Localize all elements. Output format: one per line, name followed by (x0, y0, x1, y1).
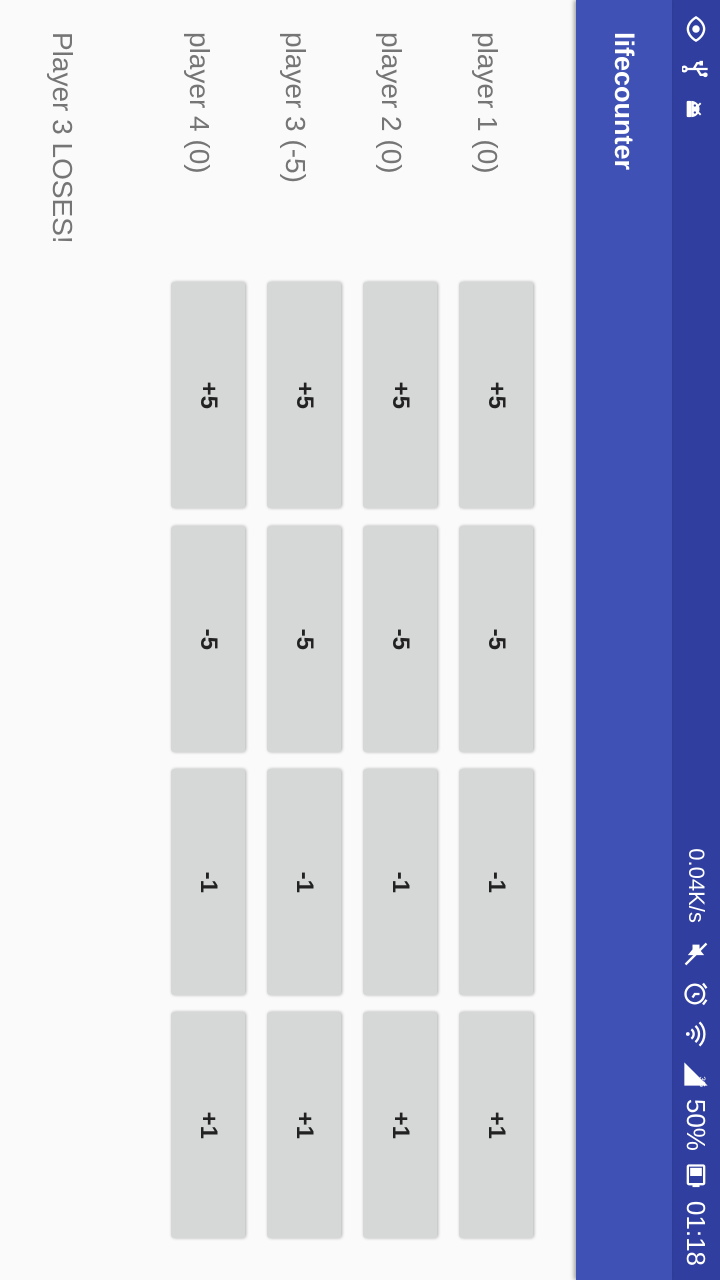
battery-percent: 50% (681, 1098, 712, 1151)
network-type: 3G (698, 1076, 707, 1087)
player-label: player 4 (0) (184, 32, 215, 174)
status-bar-left (681, 14, 711, 124)
player-4-plus5-button[interactable]: +5 (171, 282, 245, 508)
player-1-minus5-button[interactable]: -5 (459, 526, 533, 752)
battery-icon (681, 1161, 711, 1191)
app-screen: 0.04K/s 3G 50% 01:18 lifecounter player … (0, 0, 720, 1280)
usb-icon (681, 54, 711, 84)
alarm-icon (681, 979, 711, 1009)
player-1-plus5-button[interactable]: +5 (459, 282, 533, 508)
player-4-plus1-button[interactable]: +1 (171, 1012, 245, 1238)
player-4-minus1-button[interactable]: -1 (171, 769, 245, 995)
wifi-icon (681, 1019, 711, 1049)
player-row-4: player 4 (0) +5 -5 -1 +1 (149, 0, 245, 1280)
player-3-plus1-button[interactable]: +1 (267, 1012, 341, 1238)
app-title: lifecounter (609, 32, 640, 171)
player-2-plus5-button[interactable]: +5 (363, 282, 437, 508)
player-2-minus1-button[interactable]: -1 (363, 769, 437, 995)
player-3-plus5-button[interactable]: +5 (267, 282, 341, 508)
player-row-2: player 2 (0) +5 -5 -1 +1 (341, 0, 437, 1280)
player-1-plus1-button[interactable]: +1 (459, 1012, 533, 1238)
loses-message: Player 3 LOSES! (47, 32, 78, 244)
signal-icon: 3G (681, 1059, 711, 1089)
status-bar-right: 0.04K/s 3G 50% 01:18 (681, 848, 712, 1266)
mute-icon (681, 939, 711, 969)
player-4-minus5-button[interactable]: -5 (171, 526, 245, 752)
net-speed: 0.04K/s (684, 848, 709, 923)
player-row-3: player 3 (-5) +5 -5 -1 +1 (245, 0, 341, 1280)
status-bar: 0.04K/s 3G 50% 01:18 (672, 0, 720, 1280)
player-1-minus1-button[interactable]: -1 (459, 769, 533, 995)
player-2-minus5-button[interactable]: -5 (363, 526, 437, 752)
player-row-1: player 1 (0) +5 -5 -1 +1 (437, 0, 533, 1280)
player-label: player 3 (-5) (280, 32, 311, 183)
android-icon (681, 94, 711, 124)
player-label: player 2 (0) (376, 32, 407, 174)
app-bar: lifecounter (576, 0, 672, 1280)
player-3-minus1-button[interactable]: -1 (267, 769, 341, 995)
eye-icon (681, 14, 711, 44)
player-label: player 1 (0) (472, 32, 503, 174)
player-3-minus5-button[interactable]: -5 (267, 526, 341, 752)
clock: 01:18 (681, 1200, 712, 1266)
player-2-plus1-button[interactable]: +1 (363, 1012, 437, 1238)
